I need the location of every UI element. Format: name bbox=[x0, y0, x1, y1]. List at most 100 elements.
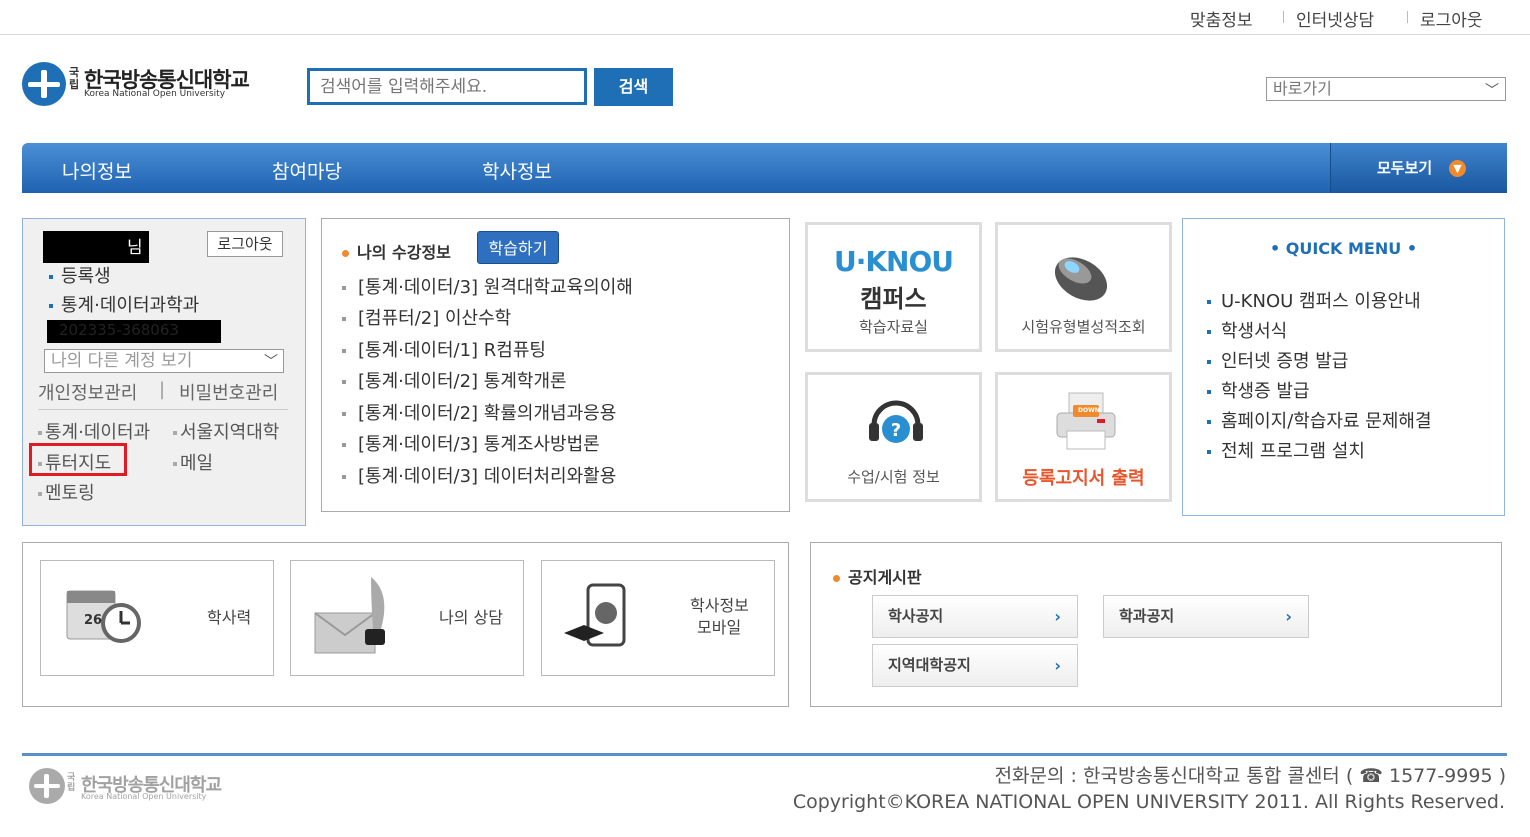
quick-menu-item[interactable]: 전체 프로그램 설치 bbox=[1207, 437, 1365, 463]
shortcut-label-line2: 모바일 bbox=[697, 618, 742, 637]
svg-text:?: ? bbox=[891, 420, 901, 441]
academic-notice-button[interactable]: 학사공지 › bbox=[872, 595, 1078, 638]
course-item[interactable]: [통계·데이터/3] 통계조사방법론 bbox=[342, 430, 600, 456]
notice-button-label: 지역대학공지 bbox=[888, 656, 971, 674]
user-status: 등록생 bbox=[49, 262, 111, 288]
view-all-label: 모두보기 bbox=[1377, 159, 1433, 177]
quick-menu-item[interactable]: 홈페이지/학습자료 문제해결 bbox=[1207, 407, 1432, 433]
search-input[interactable] bbox=[307, 68, 587, 105]
chevron-right-icon: › bbox=[1285, 607, 1292, 626]
help-headset-icon: ? bbox=[869, 400, 923, 443]
course-item[interactable]: [통계·데이터/2] 통계학개론 bbox=[342, 367, 567, 393]
nav-my-info[interactable]: 나의정보 bbox=[62, 157, 132, 184]
panel-logout-button[interactable]: 로그아웃 bbox=[207, 231, 283, 257]
quick-menu-item[interactable]: U-KNOU 캠퍼스 이용안내 bbox=[1207, 287, 1421, 313]
shortcut-label-line1: 학사정보 bbox=[690, 596, 749, 615]
logo-subtitle: Korea National Open University bbox=[84, 89, 226, 99]
course-item[interactable]: [통계·데이터/3] 원격대학교육의이해 bbox=[342, 273, 633, 299]
notice-board-panel: 공지게시판 학사공지 › 학과공지 › 지역대학공지 › bbox=[810, 542, 1502, 707]
search-button[interactable]: 검색 bbox=[594, 68, 673, 106]
footer-logo: 국립 한국방송통신대학교 Korea National Open Univers… bbox=[29, 768, 259, 808]
uknou-campus-tile[interactable]: U·KNOU 캠퍼스 학습자료실 bbox=[805, 222, 982, 352]
regional-notice-button[interactable]: 지역대학공지 › bbox=[872, 644, 1078, 687]
separator bbox=[1283, 11, 1284, 23]
quick-menu-item[interactable]: 인터넷 증명 발급 bbox=[1207, 347, 1348, 373]
footer-divider bbox=[22, 753, 1507, 756]
university-logo[interactable]: 국립 한국방송통신대학교 Korea National Open Univers… bbox=[22, 62, 287, 108]
course-item[interactable]: [컴퓨터/2] 이산수학 bbox=[342, 304, 511, 330]
user-name-suffix: 님 bbox=[127, 238, 143, 258]
my-counsel-shortcut[interactable]: 나의 상담 bbox=[290, 560, 524, 676]
tile-label: 시험유형별성적조회 bbox=[1021, 318, 1146, 336]
tile-label: 학습자료실 bbox=[858, 318, 928, 336]
footer-phone: 전화문의 : 한국방송통신대학교 통합 콜센터 ( ☎ 1577-9995 ) bbox=[994, 765, 1506, 787]
uknou-campus-text: 캠퍼스 bbox=[860, 285, 927, 313]
quick-link-select-value: 바로가기 bbox=[1273, 79, 1332, 98]
link-mail[interactable]: 메일 bbox=[173, 449, 213, 475]
quick-menu-item[interactable]: 학생증 발급 bbox=[1207, 377, 1310, 403]
course-item[interactable]: [통계·데이터/1] R컴퓨팅 bbox=[342, 336, 546, 362]
calendar-day-text: 26 bbox=[84, 613, 103, 628]
separator bbox=[1407, 11, 1408, 23]
calendar-clock-icon bbox=[66, 590, 141, 643]
shortcut-label: 나의 상담 bbox=[439, 608, 503, 627]
notice-board-title: 공지게시판 bbox=[833, 564, 922, 588]
personal-info-link[interactable]: 개인정보관리 bbox=[38, 379, 137, 405]
highlight-box bbox=[29, 443, 127, 476]
academic-calendar-shortcut[interactable]: 26 학사력 bbox=[40, 560, 274, 676]
mobile-phone-icon bbox=[564, 583, 626, 647]
shortcut-label: 학사력 bbox=[207, 608, 252, 627]
course-item[interactable]: [통계·데이터/3] 데이터처리와활용 bbox=[342, 462, 616, 488]
notice-button-label: 학과공지 bbox=[1119, 607, 1175, 625]
link-mentoring[interactable]: 멘토링 bbox=[38, 479, 95, 505]
tile-label: 등록고지서 출력 bbox=[1022, 468, 1145, 489]
link-seoul-campus[interactable]: 서울지역대학 bbox=[173, 418, 279, 444]
logo-emblem-icon bbox=[22, 62, 66, 106]
user-info-panel: 님 로그아웃 등록생 통계·데이터과학과 202335-368063 나의 다른… bbox=[22, 218, 306, 526]
custom-info-link[interactable]: 맞춤정보 bbox=[1190, 6, 1253, 31]
separator: | bbox=[159, 379, 166, 400]
mouse-icon bbox=[1054, 257, 1108, 301]
other-account-select-value: 나의 다른 계정 보기 bbox=[51, 351, 193, 371]
footer-copyright: Copyright©KOREA NATIONAL OPEN UNIVERSITY… bbox=[792, 791, 1505, 813]
internet-counsel-link[interactable]: 인터넷상담 bbox=[1296, 6, 1374, 31]
nav-academic-info[interactable]: 학사정보 bbox=[482, 157, 552, 184]
quick-menu-title: • QUICK MENU • bbox=[1269, 239, 1418, 258]
printer-icon bbox=[1056, 392, 1116, 450]
course-panel-title: 나의 수강정보 bbox=[342, 239, 451, 263]
logout-link[interactable]: 로그아웃 bbox=[1420, 6, 1483, 31]
study-button[interactable]: 학습하기 bbox=[477, 231, 559, 264]
register-bill-tile[interactable]: DOWN 등록고지서 출력 bbox=[995, 372, 1172, 502]
envelope-quill-icon bbox=[314, 577, 385, 654]
link-dept[interactable]: 통계·데이터과 bbox=[38, 418, 150, 444]
utility-bar: 맞춤정보 인터넷상담 로그아웃 bbox=[0, 0, 1530, 35]
course-item[interactable]: [통계·데이터/2] 확률의개념과응용 bbox=[342, 399, 616, 425]
class-exam-info-tile[interactable]: ? 수업/시험 정보 bbox=[805, 372, 982, 502]
notice-button-label: 학사공지 bbox=[888, 607, 944, 625]
logo-national-text: 국립 bbox=[69, 66, 80, 91]
chevron-right-icon: › bbox=[1054, 607, 1061, 626]
tile-label: 수업/시험 정보 bbox=[847, 468, 940, 486]
chevron-down-icon: ﹀ bbox=[1485, 83, 1499, 99]
quick-link-select[interactable]: 바로가기 ﹀ bbox=[1266, 77, 1506, 101]
logo-emblem-icon bbox=[29, 768, 65, 804]
logo-national-text: 국립 bbox=[67, 773, 76, 793]
user-department: 통계·데이터과학과 bbox=[49, 291, 199, 317]
printer-down-text: DOWN bbox=[1078, 407, 1100, 414]
password-link[interactable]: 비밀번호관리 bbox=[179, 379, 278, 405]
department-notice-button[interactable]: 학과공지 › bbox=[1103, 595, 1309, 638]
divider bbox=[38, 409, 288, 410]
logo-subtitle: Korea National Open University bbox=[81, 792, 207, 801]
chevron-right-icon: › bbox=[1054, 656, 1061, 675]
other-account-select[interactable]: 나의 다른 계정 보기 ﹀ bbox=[44, 349, 284, 373]
course-info-panel: 나의 수강정보 학습하기 [통계·데이터/3] 원격대학교육의이해 [컴퓨터/2… bbox=[321, 218, 790, 512]
mobile-academic-shortcut[interactable]: 학사정보 모바일 bbox=[541, 560, 775, 676]
exam-grade-tile[interactable]: 시험유형별성적조회 bbox=[995, 222, 1172, 352]
quick-menu-panel: • QUICK MENU • U-KNOU 캠퍼스 이용안내 학생서식 인터넷 … bbox=[1182, 218, 1505, 516]
uknou-brand: U·KNOU bbox=[833, 245, 954, 278]
view-all-button[interactable]: 모두보기 ▼ bbox=[1330, 143, 1507, 193]
chevron-down-circle-icon: ▼ bbox=[1449, 160, 1466, 177]
quick-menu-item[interactable]: 학생서식 bbox=[1207, 317, 1287, 343]
nav-participation[interactable]: 참여마당 bbox=[272, 157, 342, 184]
shortcut-panel: 26 학사력 나의 상담 학사정보 모바일 bbox=[22, 542, 789, 707]
